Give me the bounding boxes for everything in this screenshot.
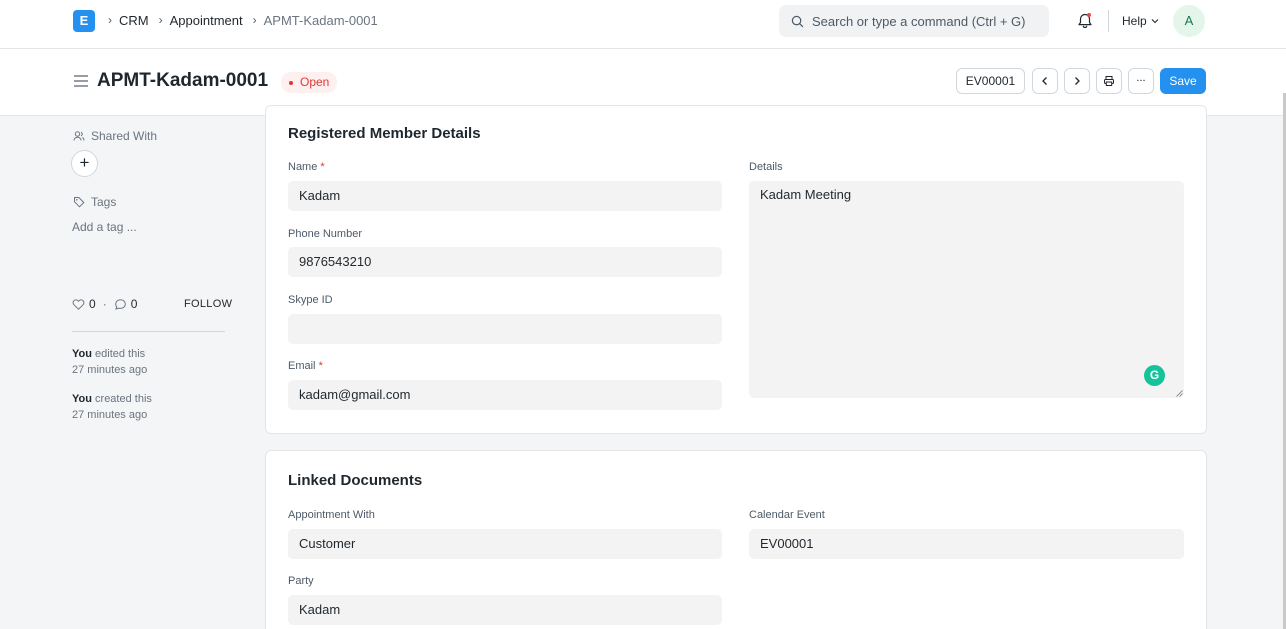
comments-count: 0 xyxy=(130,297,138,311)
navbar-divider xyxy=(1108,10,1109,32)
users-icon xyxy=(73,131,85,141)
calendar-event-field[interactable]: EV00001 xyxy=(749,529,1184,559)
chevron-left-icon xyxy=(1042,77,1047,85)
activity-action: edited this xyxy=(95,348,146,360)
tags-text: Tags xyxy=(91,195,117,209)
tag-icon xyxy=(74,197,85,208)
linked-document-label: EV00001 xyxy=(965,74,1016,88)
chevron-right-icon: › xyxy=(158,13,163,27)
calendar-event-label: Calendar Event xyxy=(749,509,825,521)
member-section-title: Registered Member Details xyxy=(288,125,481,142)
chevron-right-icon: › xyxy=(252,13,257,27)
more-actions-button[interactable]: ... xyxy=(1128,68,1154,94)
chevron-down-icon xyxy=(1151,19,1159,24)
chevron-right-icon: › xyxy=(108,13,112,27)
page-title: APMT-Kadam-0001 xyxy=(97,70,269,91)
previous-record-button[interactable] xyxy=(1032,68,1058,94)
name-field[interactable]: Kadam xyxy=(288,181,722,211)
app-logo[interactable]: E xyxy=(73,10,95,32)
bell-icon[interactable] xyxy=(1076,12,1094,30)
details-textarea[interactable]: Kadam Meeting xyxy=(749,181,1184,398)
search-input[interactable]: Search or type a command (Ctrl + G) xyxy=(812,14,1026,29)
resize-handle-icon[interactable] xyxy=(1176,390,1183,397)
shared-with-label: Shared With xyxy=(73,129,157,143)
comment-icon[interactable] xyxy=(114,298,127,311)
activity-item: You created this 27 minutes ago xyxy=(72,391,152,423)
phone-label: Phone Number xyxy=(288,228,362,240)
help-dropdown[interactable]: Help xyxy=(1122,14,1159,28)
chevron-right-icon xyxy=(1075,77,1080,85)
avatar[interactable]: A xyxy=(1173,5,1205,37)
linked-document-button[interactable]: EV00001 xyxy=(956,68,1025,94)
save-button[interactable]: Save xyxy=(1160,68,1206,94)
activity-actor: You xyxy=(72,393,92,405)
print-button[interactable] xyxy=(1096,68,1122,94)
menu-icon[interactable] xyxy=(73,74,89,88)
status-dot xyxy=(289,80,293,85)
grammarly-icon[interactable]: G xyxy=(1144,365,1165,386)
likes-count: 0 xyxy=(89,297,96,311)
activity-time: 27 minutes ago xyxy=(72,364,148,376)
linked-section-title: Linked Documents xyxy=(288,472,423,489)
email-label: Email * xyxy=(288,360,323,372)
appointment-with-field[interactable]: Customer xyxy=(288,529,722,559)
status-label: Open xyxy=(300,75,330,89)
activity-item: You edited this 27 minutes ago xyxy=(72,346,147,378)
breadcrumb: › CRM › Appointment › APMT-Kadam-0001 xyxy=(106,12,386,28)
breadcrumb-crm[interactable]: CRM xyxy=(119,13,149,28)
next-record-button[interactable] xyxy=(1064,68,1090,94)
email-field[interactable]: kadam@gmail.com xyxy=(288,380,722,410)
search-bar[interactable]: Search or type a command (Ctrl + G) xyxy=(779,5,1049,37)
party-label: Party xyxy=(288,575,314,587)
stat-separator: · xyxy=(102,297,107,311)
breadcrumb-appointment[interactable]: Appointment xyxy=(170,13,243,28)
top-navbar: E › CRM › Appointment › APMT-Kadam-0001 … xyxy=(0,0,1286,49)
engagement-stats: 0 · 0 xyxy=(72,297,137,311)
printer-icon xyxy=(1104,76,1114,86)
name-label: Name * xyxy=(288,161,325,173)
tags-label: Tags xyxy=(73,195,116,209)
breadcrumb-current[interactable]: APMT-Kadam-0001 xyxy=(264,13,378,28)
details-label: Details xyxy=(749,161,783,173)
notification-dot xyxy=(1087,13,1091,17)
follow-button[interactable]: FOLLOW xyxy=(184,298,232,310)
ellipsis-icon: ... xyxy=(1136,72,1146,84)
status-badge: Open xyxy=(281,72,338,93)
search-icon xyxy=(791,15,804,27)
skype-field[interactable] xyxy=(288,314,722,344)
appointment-with-label: Appointment With xyxy=(288,509,375,521)
party-field[interactable]: Kadam xyxy=(288,595,722,625)
phone-field[interactable]: 9876543210 xyxy=(288,247,722,277)
activity-actor: You xyxy=(72,348,92,360)
sidebar-divider xyxy=(72,331,225,332)
activity-action: created this xyxy=(95,393,152,405)
shared-with-text: Shared With xyxy=(91,129,158,143)
add-tag-link[interactable]: Add a tag ... xyxy=(72,220,137,234)
heart-icon[interactable] xyxy=(72,298,85,311)
activity-time: 27 minutes ago xyxy=(72,409,148,421)
help-label: Help xyxy=(1122,14,1147,28)
add-share-button[interactable]: + xyxy=(71,150,98,177)
skype-label: Skype ID xyxy=(288,294,333,306)
